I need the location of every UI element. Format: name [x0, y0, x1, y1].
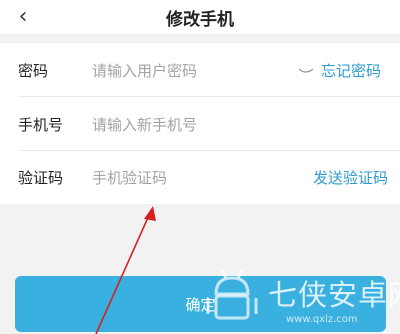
code-row: 验证码 手机验证码 发送验证码	[0, 150, 400, 204]
eye-closed-icon[interactable]	[298, 67, 314, 75]
password-label: 密码	[18, 62, 49, 80]
forgot-password-link[interactable]: 忘记密码	[321, 60, 381, 81]
phone-screen: ‹ 修改手机 密码 请输入用户密码 忘记密码 手机号 请输入新手机号 验证码 手…	[0, 0, 400, 334]
confirm-button[interactable]: 确定	[15, 276, 386, 332]
nav-bar: ‹ 修改手机	[0, 0, 400, 34]
change-phone-form: 密码 请输入用户密码 忘记密码 手机号 请输入新手机号 验证码 手机验证码 发送…	[0, 43, 400, 204]
code-label: 验证码	[18, 169, 64, 187]
verification-code-input[interactable]: 手机验证码	[92, 167, 167, 188]
page-title: 修改手机	[166, 10, 234, 30]
new-phone-input[interactable]: 请输入新手机号	[92, 114, 197, 135]
phone-label: 手机号	[18, 116, 64, 134]
confirm-button-label: 确定	[185, 295, 216, 314]
phone-row: 手机号 请输入新手机号	[0, 97, 400, 151]
send-code-link[interactable]: 发送验证码	[313, 167, 388, 188]
password-row: 密码 请输入用户密码 忘记密码	[0, 43, 400, 97]
password-input[interactable]: 请输入用户密码	[92, 60, 197, 81]
